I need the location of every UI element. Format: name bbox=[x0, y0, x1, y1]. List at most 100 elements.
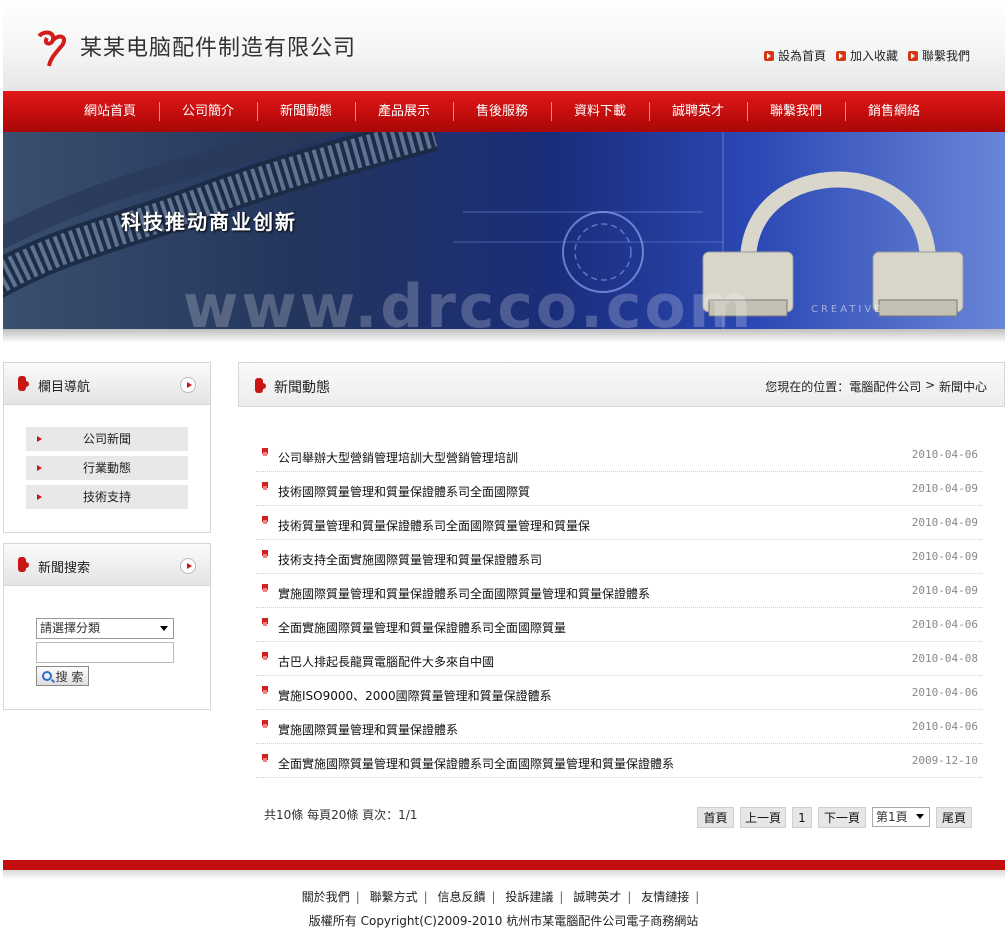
news-date: 2010-04-08 bbox=[911, 652, 978, 665]
news-title-link[interactable]: 實施國際質量管理和質量保證體系司全面國際質量管理和質量保證體系 bbox=[278, 585, 650, 602]
category-label: 公司新聞 bbox=[82, 432, 131, 446]
footer-link-careers[interactable]: 誠聘英才 bbox=[573, 890, 621, 904]
arrow-bullet-icon bbox=[835, 50, 846, 61]
page-number-button[interactable]: 1 bbox=[792, 807, 812, 828]
list-item: 全面實施國際質量管理和質量保證體系司全面國際質量 2010-04-06 bbox=[256, 608, 982, 642]
footer-link-about[interactable]: 關於我們 bbox=[302, 890, 350, 904]
news-search-header: 新聞搜索 bbox=[4, 544, 210, 586]
category-select-value: 請選擇分類 bbox=[40, 621, 101, 635]
category-item-company-news[interactable]: 公司新聞 bbox=[26, 427, 188, 451]
news-list: 公司舉辦大型營銷管理培訓大型營銷管理培訓 2010-04-06 技術國際質量管理和… bbox=[256, 438, 982, 778]
arrow-right-icon[interactable] bbox=[180, 558, 196, 574]
search-button[interactable]: 搜 索 bbox=[36, 666, 89, 686]
chevron-down-icon bbox=[160, 626, 168, 631]
list-item: 技術國際質量管理和質量保證體系司全面國際質 2010-04-09 bbox=[256, 472, 982, 506]
news-date: 2010-04-09 bbox=[911, 550, 978, 563]
list-item: 古巴人排起長龍買電腦配件大多來自中國 2010-04-08 bbox=[256, 642, 982, 676]
news-title-link[interactable]: 技術國際質量管理和質量保證體系司全面國際質 bbox=[278, 483, 530, 500]
footer-links: 關於我們 | 聯繫方式 | 信息反饋 | 投訴建議 | 誠聘英才 | 友情鏈接 | bbox=[0, 888, 1007, 905]
news-title-link[interactable]: 實施國際質量管理和質量保證體系 bbox=[278, 721, 458, 738]
footer-link-complaints[interactable]: 投訴建議 bbox=[505, 890, 553, 904]
arrow-bullet-icon bbox=[262, 550, 268, 558]
category-nav-box: 欄目導航 公司新聞 行業動態 技術支持 bbox=[3, 362, 211, 533]
category-label: 技術支持 bbox=[82, 490, 131, 504]
arrow-bullet-icon bbox=[262, 448, 268, 456]
add-favorite-link[interactable]: 加入收藏 bbox=[835, 47, 898, 64]
top-links: 設為首頁 加入收藏 聯繫我們 bbox=[763, 47, 970, 64]
search-icon bbox=[41, 671, 52, 681]
nav-item-news[interactable]: 新聞動態 bbox=[257, 91, 355, 132]
first-page-button[interactable]: 首頁 bbox=[697, 807, 734, 828]
news-title-link[interactable]: 技術質量管理和質量保證體系司全面國際質量管理和質量保 bbox=[278, 517, 590, 534]
nav-item-contact[interactable]: 聯繫我們 bbox=[747, 91, 845, 132]
search-button-label: 搜 索 bbox=[55, 669, 84, 684]
pager-info: 共10條 每頁20條 頁次：1/1 bbox=[264, 808, 418, 822]
news-title-link[interactable]: 技術支持全面實施國際質量管理和質量保證體系司 bbox=[278, 551, 542, 568]
news-title-link[interactable]: 實施ISO9000、2000國際質量管理和質量保證體系 bbox=[278, 687, 552, 704]
breadcrumb-prefix: 您現在的位置： bbox=[765, 380, 850, 394]
keyword-input[interactable] bbox=[36, 642, 174, 663]
tag-icon bbox=[18, 376, 29, 391]
news-date: 2010-04-06 bbox=[911, 618, 978, 631]
breadcrumb-home-link[interactable]: 電腦配件公司 bbox=[849, 378, 921, 395]
arrow-bullet-icon bbox=[262, 482, 268, 490]
news-title-link[interactable]: 全面實施國際質量管理和質量保證體系司全面國際質量管理和質量保證體系 bbox=[278, 755, 674, 772]
set-homepage-link[interactable]: 設為首頁 bbox=[763, 47, 826, 64]
next-page-button[interactable]: 下一頁 bbox=[818, 807, 866, 828]
news-date: 2010-04-09 bbox=[911, 584, 978, 597]
nav-item-products[interactable]: 產品展示 bbox=[355, 91, 453, 132]
main-panel-header: 新聞動態 您現在的位置： 電腦配件公司 > 新聞中心 bbox=[238, 362, 1005, 407]
hero-banner: 科技推动商业创新 www.drcco.com CREATIVE bbox=[3, 132, 1005, 329]
nav-item-service[interactable]: 售後服務 bbox=[453, 91, 551, 132]
prev-page-button[interactable]: 上一頁 bbox=[740, 807, 786, 828]
main-nav: 網站首頁 公司簡介 新聞動態 產品展示 售後服務 資料下載 誠聘英才 聯繫我們 … bbox=[3, 91, 1005, 132]
category-nav-header: 欄目導航 bbox=[4, 363, 210, 405]
list-item: 技術質量管理和質量保證體系司全面國際質量管理和質量保 2010-04-09 bbox=[256, 506, 982, 540]
list-item: 實施ISO9000、2000國際質量管理和質量保證體系 2010-04-06 bbox=[256, 676, 982, 710]
arrow-bullet-icon bbox=[262, 618, 268, 626]
arrow-bullet-icon bbox=[262, 652, 268, 660]
list-item: 技術支持全面實施國際質量管理和質量保證體系司 2010-04-09 bbox=[256, 540, 982, 574]
banner-shadow bbox=[3, 329, 1005, 343]
news-search-title: 新聞搜索 bbox=[38, 561, 91, 576]
footer-separator: | bbox=[695, 890, 700, 904]
page-title: 新聞動態 bbox=[274, 380, 330, 396]
last-page-button[interactable]: 尾頁 bbox=[936, 807, 972, 828]
breadcrumb-current: 新聞中心 bbox=[938, 380, 987, 394]
company-logo-icon[interactable] bbox=[33, 28, 69, 68]
category-item-industry-news[interactable]: 行業動態 bbox=[26, 456, 188, 480]
news-title-link[interactable]: 公司舉辦大型營銷管理培訓大型營銷管理培訓 bbox=[278, 449, 518, 466]
category-label: 行業動態 bbox=[82, 461, 131, 475]
arrow-right-icon[interactable] bbox=[180, 377, 196, 393]
nav-item-about[interactable]: 公司簡介 bbox=[159, 91, 257, 132]
arrow-bullet-icon bbox=[907, 50, 918, 61]
banner-product-label: CREATIVE bbox=[811, 304, 884, 315]
news-date: 2009-12-10 bbox=[911, 754, 978, 767]
news-date: 2010-04-06 bbox=[911, 720, 978, 733]
nav-item-sales[interactable]: 銷售網絡 bbox=[845, 91, 943, 132]
page-select-value: 第1頁 bbox=[876, 810, 908, 824]
copyright: 版權所有 Copyright(C)2009-2010 杭州市某電腦配件公司電子商… bbox=[308, 914, 699, 928]
arrow-bullet-icon bbox=[262, 584, 268, 592]
list-item: 全面實施國際質量管理和質量保證體系司全面國際質量管理和質量保證體系 2009-12… bbox=[256, 744, 982, 778]
footer-link-contact[interactable]: 聯繫方式 bbox=[370, 890, 418, 904]
triangle-bullet-icon bbox=[37, 465, 42, 471]
footer-link-partners[interactable]: 友情鏈接 bbox=[641, 890, 689, 904]
category-item-tech-support[interactable]: 技術支持 bbox=[26, 485, 188, 509]
tag-icon bbox=[255, 378, 266, 393]
nav-item-careers[interactable]: 誠聘英才 bbox=[649, 91, 747, 132]
nav-item-downloads[interactable]: 資料下載 bbox=[551, 91, 649, 132]
news-title-link[interactable]: 古巴人排起長龍買電腦配件大多來自中國 bbox=[278, 653, 494, 670]
footer-link-feedback[interactable]: 信息反饋 bbox=[438, 890, 486, 904]
footer-separator: | bbox=[491, 890, 496, 904]
nav-item-home[interactable]: 網站首頁 bbox=[61, 91, 159, 132]
footer-bar bbox=[3, 860, 1005, 870]
contact-us-link[interactable]: 聯繫我們 bbox=[907, 47, 970, 64]
news-search-box: 新聞搜索 請選擇分類 搜 索 bbox=[3, 543, 211, 710]
news-date: 2010-04-06 bbox=[911, 686, 978, 699]
banner-slogan: 科技推动商业创新 bbox=[121, 210, 297, 234]
page-select[interactable]: 第1頁 bbox=[872, 807, 930, 827]
news-title-link[interactable]: 全面實施國際質量管理和質量保證體系司全面國際質量 bbox=[278, 619, 566, 636]
category-select[interactable]: 請選擇分類 bbox=[36, 618, 174, 639]
arrow-bullet-icon bbox=[262, 754, 268, 762]
